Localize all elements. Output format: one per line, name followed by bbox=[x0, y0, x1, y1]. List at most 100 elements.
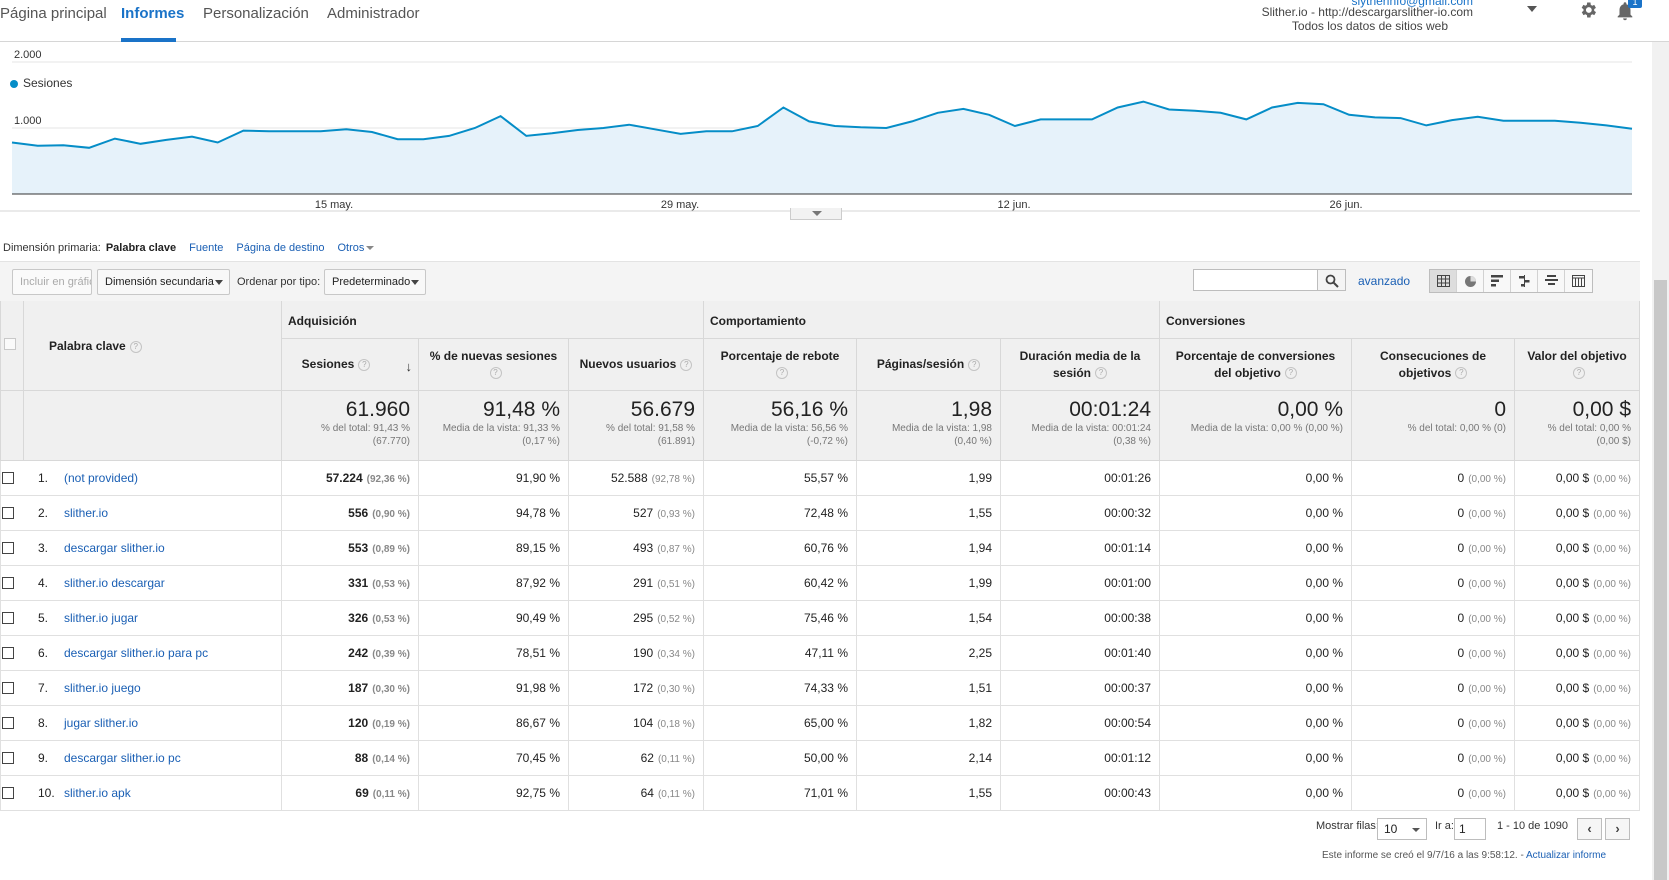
keyword-link[interactable]: slither.io juego bbox=[64, 671, 141, 705]
help-icon[interactable]: ? bbox=[1095, 367, 1107, 380]
view-performance-button[interactable] bbox=[1484, 270, 1511, 292]
sessions-chart: 2.000 1.000 15 may. 29 may. 12 jun. 26 jun. S… bbox=[0, 42, 1640, 212]
pages-per-session-cell: 1,99 bbox=[857, 461, 1001, 496]
help-icon[interactable]: ? bbox=[968, 358, 981, 371]
col-new-users[interactable]: Nuevos usuarios? bbox=[569, 339, 704, 391]
group-conversions-header: Conversiones bbox=[1160, 301, 1640, 339]
avg-duration-cell: 00:01:12 bbox=[1001, 741, 1160, 776]
secondary-dimension-dropdown[interactable]: Dimensión secundaria bbox=[97, 269, 230, 295]
bounce-rate-cell: 74,33 % bbox=[704, 671, 857, 706]
row-number: 1. bbox=[38, 471, 49, 485]
dimension-keyword[interactable]: Palabra clave bbox=[106, 242, 176, 254]
col-goal-completions[interactable]: Consecuciones de objetivos? bbox=[1352, 339, 1515, 391]
pages-per-session-cell: 2,14 bbox=[857, 741, 1001, 776]
col-goal-value[interactable]: Valor del objetivo? bbox=[1515, 339, 1640, 391]
keyword-link[interactable]: slither.io jugar bbox=[64, 601, 138, 635]
tab-customization[interactable]: Personalización bbox=[203, 5, 309, 22]
goal-value-cell: 0,00 $ (0,00 %) bbox=[1515, 776, 1640, 811]
help-icon[interactable]: ? bbox=[1284, 367, 1297, 380]
select-all-checkbox[interactable] bbox=[4, 338, 16, 350]
account-view[interactable]: Todos los datos de sitios web bbox=[1292, 19, 1448, 33]
table-search-input[interactable] bbox=[1193, 269, 1318, 291]
bounce-rate-cell: 55,57 % bbox=[704, 461, 857, 496]
chart-collapse-toggle[interactable] bbox=[790, 208, 842, 220]
help-icon[interactable]: ? bbox=[776, 367, 788, 380]
account-chevron-down-icon[interactable] bbox=[1527, 6, 1537, 12]
total-value: 0,00 % bbox=[1277, 398, 1343, 421]
row-number: 9. bbox=[38, 751, 49, 765]
bounce-rate-cell: 65,00 % bbox=[704, 706, 857, 741]
total-value: 1,98 bbox=[951, 398, 992, 421]
help-icon[interactable]: ? bbox=[489, 367, 502, 380]
refresh-report-link[interactable]: Actualizar informe bbox=[1526, 850, 1606, 861]
avg-duration-cell: 00:01:00 bbox=[1001, 566, 1160, 601]
totals-divider bbox=[23, 391, 24, 461]
goal-value-cell: 0,00 $ (0,00 %) bbox=[1515, 636, 1640, 671]
view-percentage-button[interactable] bbox=[1457, 270, 1484, 292]
help-icon[interactable]: ? bbox=[1455, 367, 1468, 380]
goal-completions-cell: 0 (0,00 %) bbox=[1352, 741, 1515, 776]
view-term-cloud-button[interactable] bbox=[1538, 270, 1565, 292]
keyword-link[interactable]: slither.io descargar bbox=[64, 566, 165, 600]
total-comparison-extra: (61.891) bbox=[657, 436, 695, 447]
y-tick-label: 1.000 bbox=[14, 115, 42, 127]
chart-legend: Sesiones bbox=[10, 76, 72, 90]
tab-reports[interactable]: Informes bbox=[121, 5, 184, 22]
table-row: 8. jugar slither.io 120 (0,19 %) 86,67 % 104(… bbox=[0, 706, 1640, 741]
col-goal-conversion-rate[interactable]: Porcentaje de conversiones del objetivo? bbox=[1160, 339, 1352, 391]
row-number: 5. bbox=[38, 611, 49, 625]
goto-label: Ir a: bbox=[1435, 820, 1454, 832]
report-footer: Este informe se creó el 9/7/16 a las 9:5… bbox=[1322, 850, 1606, 861]
table-row: 10. slither.io apk 69 (0,11 %) 92,75 % 64 (0,1… bbox=[0, 776, 1640, 811]
goal-value-cell: 0,00 $ (0,00 %) bbox=[1515, 706, 1640, 741]
dimension-landing-page[interactable]: Página de destino bbox=[236, 242, 324, 254]
prev-page-button[interactable]: ‹ bbox=[1577, 818, 1602, 840]
goto-page-input[interactable]: 1 bbox=[1454, 818, 1486, 840]
totals-new-users: 56.679 % del total: 91,58 % (61.891) bbox=[569, 391, 704, 461]
view-pivot-button[interactable] bbox=[1565, 270, 1592, 292]
keyword-link[interactable]: descargar slither.io bbox=[64, 531, 165, 565]
scrollbar-thumb[interactable] bbox=[1654, 280, 1667, 880]
help-icon[interactable]: ? bbox=[358, 358, 371, 371]
goal-completions-cell: 0 (0,00 %) bbox=[1352, 776, 1515, 811]
new-sessions-pct-cell: 87,92 % bbox=[419, 566, 569, 601]
goal-value-cell: 0,00 $ (0,00 %) bbox=[1515, 461, 1640, 496]
col-pages-per-session[interactable]: Páginas/sesión? bbox=[857, 339, 1001, 391]
account-property[interactable]: Slither.io - http://descargarslither-io.… bbox=[1262, 5, 1473, 19]
keyword-link[interactable]: slither.io apk bbox=[64, 776, 131, 810]
keyword-link[interactable]: jugar slither.io bbox=[64, 706, 138, 740]
dimension-source[interactable]: Fuente bbox=[189, 242, 223, 254]
keyword-link[interactable]: slither.io bbox=[64, 496, 108, 530]
help-icon[interactable]: ? bbox=[1573, 367, 1585, 380]
gear-icon[interactable] bbox=[1578, 0, 1598, 20]
sort-type-dropdown[interactable]: Predeterminado bbox=[324, 269, 426, 295]
tab-admin[interactable]: Administrador bbox=[327, 5, 420, 22]
avg-duration-cell: 00:01:26 bbox=[1001, 461, 1160, 496]
search-button[interactable] bbox=[1318, 269, 1346, 291]
col-new-sessions-pct[interactable]: % de nuevas sesiones? bbox=[419, 339, 569, 391]
col-bounce-rate[interactable]: Porcentaje de rebote? bbox=[704, 339, 857, 391]
goal-value-cell: 0,00 $ (0,00 %) bbox=[1515, 741, 1640, 776]
row-number: 7. bbox=[38, 681, 49, 695]
totals-conversion-rate: 0,00 % Media de la vista: 0,00 % (0,00 %) bbox=[1160, 391, 1352, 461]
keyword-link[interactable]: (not provided) bbox=[64, 461, 138, 495]
col-sessions[interactable]: Sesiones? ↓ bbox=[282, 339, 419, 391]
tab-home[interactable]: Página principal bbox=[0, 5, 107, 22]
keyword-header-label[interactable]: Palabra clave? bbox=[49, 339, 142, 353]
dimension-other[interactable]: Otros bbox=[337, 242, 364, 254]
keyword-link[interactable]: descargar slither.io para pc bbox=[64, 636, 208, 670]
keyword-link[interactable]: descargar slither.io pc bbox=[64, 741, 181, 775]
next-page-button[interactable]: › bbox=[1605, 818, 1630, 840]
goal-completions-cell: 0 (0,00 %) bbox=[1352, 496, 1515, 531]
col-avg-session-duration[interactable]: Duración media de la sesión? bbox=[1001, 339, 1160, 391]
rows-per-page-select[interactable]: 10 bbox=[1377, 818, 1427, 840]
totals-goal-completions: 0 % del total: 0,00 % (0) bbox=[1352, 391, 1515, 461]
total-comparison: Media de la vista: 91,33 % bbox=[442, 423, 560, 434]
table-row: 9. descargar slither.io pc 88 (0,14 %) 70,45… bbox=[0, 741, 1640, 776]
help-icon[interactable]: ? bbox=[129, 340, 142, 353]
view-data-button[interactable] bbox=[1430, 270, 1457, 292]
plot-rows-button[interactable]: Incluir en gráfico bbox=[12, 269, 92, 295]
advanced-filter-link[interactable]: avanzado bbox=[1358, 274, 1410, 288]
help-icon[interactable]: ? bbox=[680, 358, 693, 371]
view-comparison-button[interactable] bbox=[1511, 270, 1538, 292]
